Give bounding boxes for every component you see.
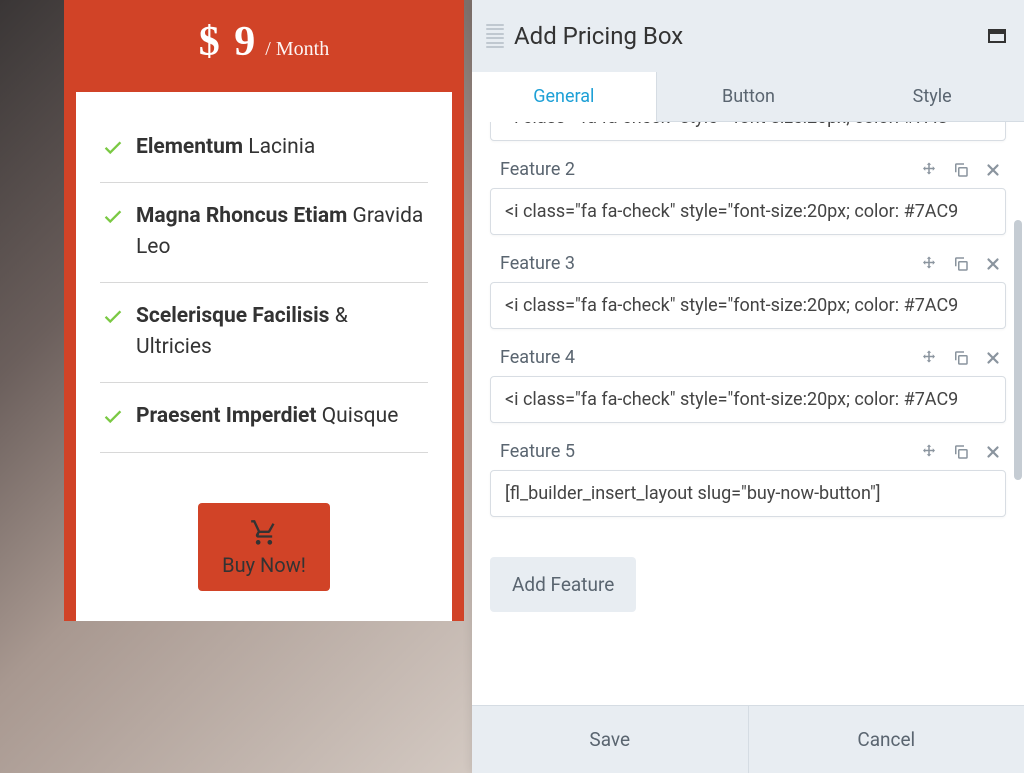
copy-icon[interactable]: [952, 161, 970, 179]
feature-input-partial[interactable]: <i class="fa fa-check" style="font-size:…: [490, 122, 1006, 141]
list-item: Scelerisque Facilisis & Ultricies: [100, 283, 428, 383]
scrollbar[interactable]: [1014, 180, 1022, 520]
feature-label: Feature 2: [500, 159, 920, 180]
resize-icon[interactable]: [988, 29, 1006, 43]
feature-input[interactable]: [490, 470, 1006, 517]
copy-icon[interactable]: [952, 443, 970, 461]
feature-text: Praesent Imperdiet Quisque: [136, 401, 428, 431]
check-icon: [100, 405, 126, 427]
tabs: General Button Style: [472, 72, 1024, 122]
tab-style[interactable]: Style: [840, 72, 1024, 122]
close-icon[interactable]: [984, 349, 1002, 367]
feature-row: Feature 2: [490, 159, 1006, 235]
pricing-header: $ 9 / Month: [64, 0, 464, 92]
list-item: Praesent Imperdiet Quisque: [100, 383, 428, 452]
tab-button[interactable]: Button: [657, 72, 841, 122]
price-value: $ 9: [199, 18, 258, 66]
check-icon: [100, 136, 126, 158]
feature-row: Feature 5: [490, 441, 1006, 517]
drag-handle-icon[interactable]: [486, 22, 504, 50]
close-icon[interactable]: [984, 161, 1002, 179]
copy-icon[interactable]: [952, 349, 970, 367]
feature-text: Elementum Lacinia: [136, 132, 428, 162]
feature-input[interactable]: [490, 282, 1006, 329]
feature-text: Magna Rhoncus Etiam Gravida Leo: [136, 201, 428, 262]
move-icon[interactable]: [920, 349, 938, 367]
list-item: Magna Rhoncus Etiam Gravida Leo: [100, 183, 428, 283]
panel-body: <i class="fa fa-check" style="font-size:…: [472, 122, 1024, 705]
panel-footer: Save Cancel: [472, 705, 1024, 773]
buy-now-button[interactable]: Buy Now!: [198, 503, 330, 591]
feature-row: Feature 4: [490, 347, 1006, 423]
cart-icon: [248, 519, 280, 547]
price-period: / Month: [265, 38, 329, 61]
check-icon: [100, 305, 126, 327]
feature-input[interactable]: [490, 188, 1006, 235]
move-icon[interactable]: [920, 443, 938, 461]
panel-title: Add Pricing Box: [514, 22, 988, 50]
check-icon: [100, 205, 126, 227]
list-item: Elementum Lacinia: [100, 132, 428, 183]
settings-panel: Add Pricing Box General Button Style <i …: [472, 0, 1024, 773]
buy-button-label: Buy Now!: [222, 553, 306, 577]
pricing-body: Elementum Lacinia Magna Rhoncus Etiam Gr…: [76, 92, 452, 621]
tab-general[interactable]: General: [472, 72, 657, 122]
feature-list: Elementum Lacinia Magna Rhoncus Etiam Gr…: [100, 132, 428, 453]
feature-row: Feature 3: [490, 253, 1006, 329]
close-icon[interactable]: [984, 255, 1002, 273]
copy-icon[interactable]: [952, 255, 970, 273]
feature-label: Feature 4: [500, 347, 920, 368]
cancel-button[interactable]: Cancel: [749, 706, 1024, 773]
save-button[interactable]: Save: [472, 706, 749, 773]
feature-label: Feature 3: [500, 253, 920, 274]
feature-text: Scelerisque Facilisis & Ultricies: [136, 301, 428, 362]
move-icon[interactable]: [920, 255, 938, 273]
move-icon[interactable]: [920, 161, 938, 179]
feature-input[interactable]: [490, 376, 1006, 423]
close-icon[interactable]: [984, 443, 1002, 461]
feature-label: Feature 5: [500, 441, 920, 462]
scrollbar-thumb[interactable]: [1014, 220, 1022, 480]
pricing-box: $ 9 / Month Elementum Lacinia Magna Rhon…: [64, 0, 464, 621]
add-feature-button[interactable]: Add Feature: [490, 557, 636, 612]
panel-header: Add Pricing Box: [472, 0, 1024, 72]
